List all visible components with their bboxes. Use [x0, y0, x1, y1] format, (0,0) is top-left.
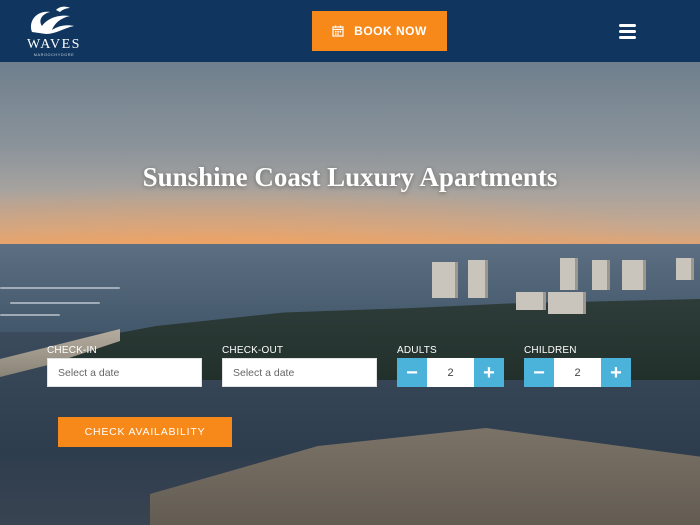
adults-minus-button[interactable]: −: [397, 358, 427, 387]
hamburger-menu-icon[interactable]: [612, 17, 642, 45]
building: [592, 260, 610, 290]
checkout-date-input[interactable]: [222, 358, 377, 387]
surf-line: [0, 314, 60, 316]
logo-wordmark: WAVES: [27, 37, 81, 52]
adults-stepper: − +: [397, 358, 504, 387]
building: [432, 262, 458, 298]
checkout-label: CHECK-OUT: [222, 345, 284, 356]
surf-line: [10, 302, 100, 304]
children-label: CHILDREN: [524, 345, 577, 356]
children-plus-button[interactable]: +: [601, 358, 631, 387]
building: [622, 260, 646, 290]
surf-line: [0, 287, 120, 289]
building: [516, 292, 546, 310]
children-count-input[interactable]: [554, 358, 601, 387]
building: [468, 260, 488, 298]
book-now-button[interactable]: BOOK NOW: [312, 11, 447, 51]
logo-subtext: MAROOCHYDORE: [33, 53, 75, 57]
site-header: WAVES MAROOCHYDORE BOOK NOW: [0, 0, 700, 62]
book-now-label: BOOK NOW: [354, 24, 427, 38]
adults-count-input[interactable]: [427, 358, 474, 387]
checkin-label: CHECK-IN: [47, 345, 97, 356]
wave-logo-icon: [30, 6, 74, 34]
adults-label: ADULTS: [397, 345, 437, 356]
checkin-date-input[interactable]: [47, 358, 202, 387]
adults-plus-button[interactable]: +: [474, 358, 504, 387]
building: [548, 292, 586, 314]
hero-title: Sunshine Coast Luxury Apartments: [142, 162, 558, 192]
check-availability-button[interactable]: CHECK AVAILABILITY: [58, 417, 232, 447]
children-minus-button[interactable]: −: [524, 358, 554, 387]
building: [676, 258, 694, 280]
waves-logo[interactable]: WAVES MAROOCHYDORE: [18, 4, 88, 58]
calendar-icon: [332, 25, 344, 37]
hero-background-image: Sunshine Coast Luxury Apartments: [0, 62, 700, 525]
building: [560, 258, 578, 290]
children-stepper: − +: [524, 358, 631, 387]
